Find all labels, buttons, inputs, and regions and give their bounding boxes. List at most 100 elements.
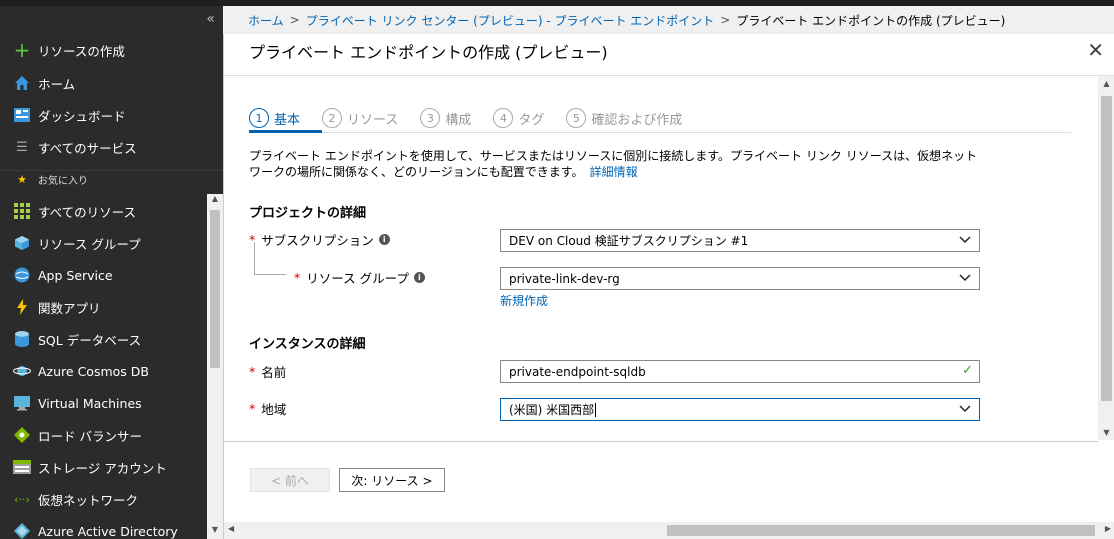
step-number: 2 — [322, 108, 343, 128]
region-select[interactable]: (米国) 米国西部 — [500, 398, 980, 421]
breadcrumb-home-link[interactable]: ホーム — [248, 12, 284, 29]
breadcrumb: ホーム > プライベート リンク センター (プレビュー) - プライベート エ… — [223, 6, 1114, 34]
sidebar-item-label: Virtual Machines — [38, 395, 142, 411]
panel-vertical-scrollbar[interactable]: ▲ ▼ — [1098, 76, 1114, 440]
vertical-scroll-thumb[interactable] — [1101, 96, 1112, 401]
sidebar-item-all-resources[interactable]: すべてのリソース — [0, 195, 207, 227]
star-icon: ★ — [17, 173, 27, 186]
region-value: (米国) 米国西部 — [509, 403, 595, 417]
lightning-icon — [12, 297, 32, 317]
sidebar-item-label: ストレージ アカウント — [38, 460, 167, 476]
breadcrumb-private-link-link[interactable]: プライベート リンク センター (プレビュー) - プライベート エンドポイント — [306, 12, 715, 29]
step-number: 3 — [420, 108, 441, 128]
subscription-value: DEV on Cloud 検証サブスクリプション #1 — [509, 234, 749, 248]
scroll-down-arrow-icon[interactable]: ▼ — [207, 525, 223, 539]
sidebar-item-virtual-machines[interactable]: Virtual Machines — [0, 387, 207, 419]
name-value: private-endpoint-sqldb — [509, 364, 646, 379]
name-label: * 名前 — [249, 362, 286, 381]
sidebar-item-label: すべてのサービス — [38, 140, 137, 156]
scroll-up-arrow-icon[interactable]: ▲ — [207, 194, 223, 208]
sidebar-item-cosmos-db[interactable]: Azure Cosmos DB — [0, 355, 207, 387]
sidebar-item-function-apps[interactable]: 関数アプリ — [0, 291, 207, 323]
sidebar-item-label: Azure Cosmos DB — [38, 363, 149, 379]
region-label: * 地域 — [249, 399, 286, 418]
horizontal-scrollbar[interactable]: ◀ ▶ — [224, 522, 1114, 539]
tab-configuration[interactable]: 3 構成 — [420, 106, 471, 130]
sidebar-item-label: 関数アプリ — [38, 300, 101, 316]
sidebar-item-storage-accounts[interactable]: ストレージ アカウント — [0, 451, 207, 483]
collapse-sidebar-button[interactable]: « — [206, 11, 215, 27]
instance-details-heading: インスタンスの詳細 — [249, 337, 366, 352]
sidebar-item-all-services[interactable]: ☰ すべてのサービス — [0, 131, 207, 163]
text-caret — [595, 402, 597, 417]
sidebar-item-app-service[interactable]: App Service — [0, 259, 207, 291]
step-label: リソース — [347, 112, 399, 128]
step-number: 1 — [249, 108, 269, 128]
sidebar-item-load-balancers[interactable]: ロード バランサー — [0, 419, 207, 451]
sidebar-scrollbar[interactable]: ▲ ▼ — [207, 194, 223, 539]
steps-underline — [249, 132, 1071, 133]
step-label: 構成 — [445, 112, 472, 128]
close-icon[interactable]: ✕ — [1087, 38, 1104, 62]
resource-group-label-text: リソース グループ — [306, 271, 409, 286]
resource-group-label: * リソース グループ i — [294, 268, 425, 287]
sidebar-item-dashboard[interactable]: ダッシュボード — [0, 99, 207, 131]
region-label-text: 地域 — [261, 402, 287, 417]
sidebar-item-label: App Service — [38, 267, 113, 283]
sidebar-item-label: Azure Active Directory — [38, 523, 178, 539]
learn-more-link[interactable]: 詳細情報 — [590, 165, 638, 179]
step-label: タグ — [518, 112, 545, 128]
subscription-select[interactable]: DEV on Cloud 検証サブスクリプション #1 — [500, 229, 980, 252]
sidebar-item-virtual-networks[interactable]: ‹··› 仮想ネットワーク — [0, 483, 207, 515]
name-label-text: 名前 — [261, 365, 287, 380]
tab-basics[interactable]: 1 基本 — [249, 106, 300, 130]
info-icon[interactable]: i — [413, 272, 425, 283]
sidebar-item-azure-active-directory[interactable]: Azure Active Directory — [0, 515, 207, 539]
sidebar-item-sql-databases[interactable]: SQL データベース — [0, 323, 207, 355]
sidebar-item-label: ダッシュボード — [38, 108, 126, 124]
name-input[interactable]: private-endpoint-sqldb ✓ — [500, 360, 980, 383]
active-step-indicator — [249, 130, 322, 133]
tab-resource[interactable]: 2 リソース — [322, 106, 398, 130]
breadcrumb-separator: > — [720, 13, 731, 27]
favorites-header: ★ お気に入り — [0, 170, 223, 188]
sidebar-scroll-thumb[interactable] — [210, 210, 220, 368]
sidebar-item-label: すべてのリソース — [38, 204, 137, 220]
scroll-up-arrow-icon[interactable]: ▲ — [1098, 79, 1114, 88]
sidebar-item-label: 仮想ネットワーク — [38, 492, 139, 508]
create-private-endpoint-panel: プライベート エンドポイントの作成 (プレビュー) ✕ 1 基本 2 リソース … — [223, 34, 1114, 539]
sidebar-item-label: リソースの作成 — [38, 43, 125, 59]
required-marker: * — [249, 401, 256, 416]
horizontal-scroll-thumb[interactable] — [667, 525, 1095, 536]
sidebar-item-label: ロード バランサー — [38, 428, 142, 444]
sidebar-item-resource-groups[interactable]: リソース グループ — [0, 227, 207, 259]
sidebar-item-home[interactable]: ホーム — [0, 67, 207, 99]
previous-button[interactable]: < 前へ — [250, 468, 330, 492]
check-icon: ✓ — [962, 363, 973, 378]
scroll-right-arrow-icon[interactable]: ▶ — [1105, 524, 1111, 533]
info-icon[interactable]: i — [378, 234, 390, 245]
page-title: プライベート エンドポイントの作成 (プレビュー) — [249, 43, 608, 62]
tab-review-create[interactable]: 5 確認および作成 — [566, 106, 682, 130]
step-label: 基本 — [274, 112, 301, 128]
monitor-icon — [12, 393, 32, 413]
next-resource-button[interactable]: 次: リソース > — [339, 468, 445, 492]
globe-icon — [12, 265, 32, 285]
scroll-left-arrow-icon[interactable]: ◀ — [228, 524, 234, 533]
sidebar-item-create-resource[interactable]: + リソースの作成 — [0, 34, 207, 66]
create-new-link[interactable]: 新規作成 — [500, 292, 548, 309]
diamond-blue-icon — [12, 521, 32, 539]
breadcrumb-separator: > — [289, 13, 300, 27]
subscription-label-text: サブスクリプション — [261, 233, 374, 248]
storage-icon — [12, 457, 32, 477]
list-icon: ☰ — [16, 139, 28, 155]
sidebar-item-label: SQL データベース — [38, 332, 142, 348]
dashboard-icon — [12, 105, 32, 125]
home-icon — [12, 73, 32, 93]
resource-group-select[interactable]: private-link-dev-rg — [500, 267, 980, 290]
scroll-down-arrow-icon[interactable]: ▼ — [1098, 428, 1114, 437]
tab-tags[interactable]: 4 タグ — [493, 106, 544, 130]
planet-icon — [12, 361, 32, 381]
cube-icon — [12, 233, 32, 253]
footer-divider — [224, 441, 1098, 442]
